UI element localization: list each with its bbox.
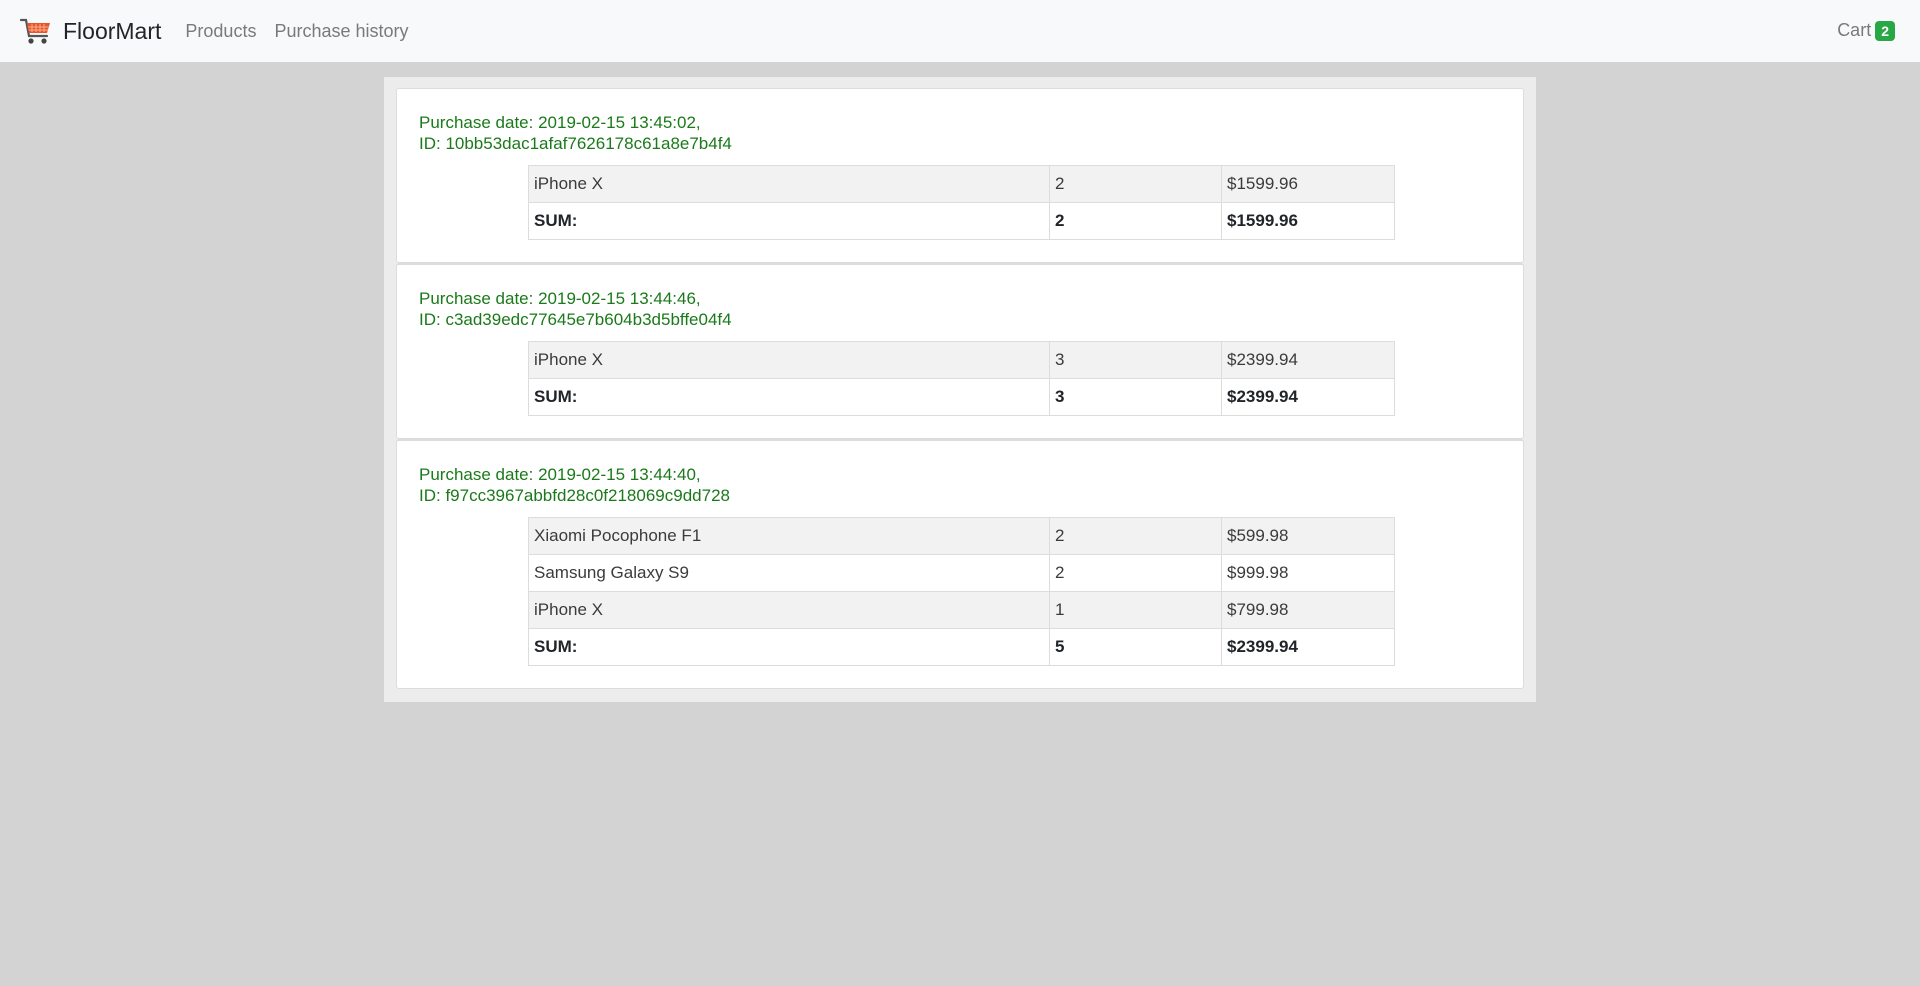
item-name: iPhone X xyxy=(528,341,1050,379)
item-name: Samsung Galaxy S9 xyxy=(528,554,1050,592)
order-date: Purchase date: 2019-02-15 13:44:40, xyxy=(419,465,701,484)
sum-row: SUM: 5 $2399.94 xyxy=(528,628,1395,666)
order-card: Purchase date: 2019-02-15 13:44:40, ID: … xyxy=(396,439,1524,689)
item-qty: 3 xyxy=(1049,341,1222,379)
sum-row: SUM: 3 $2399.94 xyxy=(528,378,1395,416)
nav-link-purchase-history[interactable]: Purchase history xyxy=(274,21,408,42)
order-items-table: iPhone X 3 $2399.94 SUM: 3 $2399.94 xyxy=(528,341,1395,416)
item-qty: 2 xyxy=(1049,517,1222,555)
item-price: $799.98 xyxy=(1221,591,1395,629)
sum-label: SUM: xyxy=(528,628,1050,666)
item-name: Xiaomi Pocophone F1 xyxy=(528,517,1050,555)
item-qty: 2 xyxy=(1049,165,1222,203)
sum-qty: 3 xyxy=(1049,378,1222,416)
sum-label: SUM: xyxy=(528,378,1050,416)
shopping-cart-logo-icon xyxy=(19,14,53,48)
item-name: iPhone X xyxy=(528,165,1050,203)
cart-count-badge: 2 xyxy=(1875,20,1895,41)
navbar: FloorMart Products Purchase history Cart… xyxy=(0,0,1920,62)
item-price: $599.98 xyxy=(1221,517,1395,555)
table-row: iPhone X 2 $1599.96 xyxy=(528,165,1395,203)
sum-price: $2399.94 xyxy=(1221,378,1395,416)
table-row: Xiaomi Pocophone F1 2 $599.98 xyxy=(528,517,1395,555)
sum-price: $2399.94 xyxy=(1221,628,1395,666)
table-row: Samsung Galaxy S9 2 $999.98 xyxy=(528,554,1395,592)
brand-link[interactable]: FloorMart xyxy=(19,14,161,48)
cart-label: Cart xyxy=(1837,20,1872,40)
order-date: Purchase date: 2019-02-15 13:44:46, xyxy=(419,289,701,308)
nav-link-products[interactable]: Products xyxy=(185,21,256,42)
order-date: Purchase date: 2019-02-15 13:45:02, xyxy=(419,113,701,132)
item-price: $2399.94 xyxy=(1221,341,1395,379)
brand-name: FloorMart xyxy=(63,17,162,44)
sum-row: SUM: 2 $1599.96 xyxy=(528,202,1395,240)
purchase-history-container: Purchase date: 2019-02-15 13:45:02, ID: … xyxy=(384,77,1536,702)
sum-qty: 5 xyxy=(1049,628,1222,666)
order-card: Purchase date: 2019-02-15 13:45:02, ID: … xyxy=(396,88,1524,263)
order-items-table: Xiaomi Pocophone F1 2 $599.98 Samsung Ga… xyxy=(528,517,1395,666)
table-row: iPhone X 1 $799.98 xyxy=(528,591,1395,629)
sum-price: $1599.96 xyxy=(1221,202,1395,240)
order-id: ID: 10bb53dac1afaf7626178c61a8e7b4f4 xyxy=(419,134,732,153)
order-items-table: iPhone X 2 $1599.96 SUM: 2 $1599.96 xyxy=(528,165,1395,240)
order-id: ID: c3ad39edc77645e7b604b3d5bffe04f4 xyxy=(419,310,732,329)
sum-qty: 2 xyxy=(1049,202,1222,240)
item-name: iPhone X xyxy=(528,591,1050,629)
order-id: ID: f97cc3967abbfd28c0f218069c9dd728 xyxy=(419,486,730,505)
item-qty: 1 xyxy=(1049,591,1222,629)
sum-label: SUM: xyxy=(528,202,1050,240)
item-qty: 2 xyxy=(1049,554,1222,592)
cart-link[interactable]: Cart 2 xyxy=(1837,20,1895,41)
item-price: $999.98 xyxy=(1221,554,1395,592)
item-price: $1599.96 xyxy=(1221,165,1395,203)
table-row: iPhone X 3 $2399.94 xyxy=(528,341,1395,379)
order-card: Purchase date: 2019-02-15 13:44:46, ID: … xyxy=(396,263,1524,439)
